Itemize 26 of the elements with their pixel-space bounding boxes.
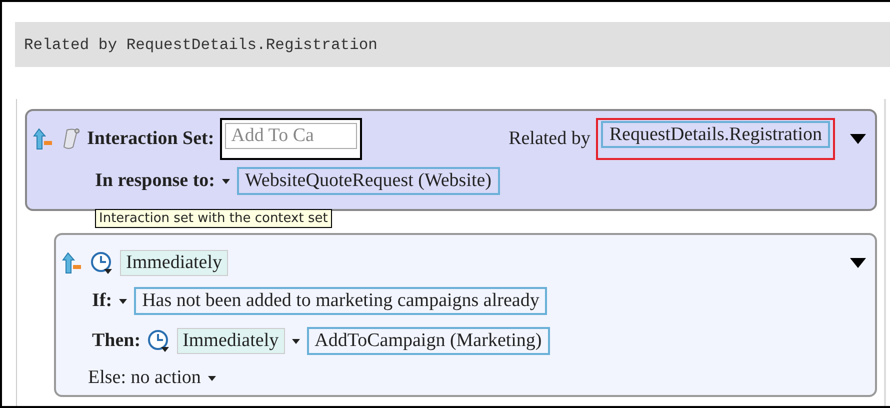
timing-field[interactable]: Immediately: [120, 250, 228, 276]
tooltip: Interaction set with the context set: [95, 209, 332, 228]
collapse-icon[interactable]: [849, 133, 867, 145]
response-label: In response to:: [95, 170, 215, 192]
timing-field[interactable]: Immediately: [176, 328, 285, 354]
condition-field[interactable]: Has not been added to marketing campaigns already: [134, 287, 548, 315]
up-arrow-icon[interactable]: [33, 127, 55, 151]
interaction-set-label: Interaction Set:: [87, 128, 214, 150]
related-label: Related by: [508, 128, 590, 150]
caret-icon[interactable]: [221, 178, 231, 184]
caret-icon[interactable]: [118, 298, 128, 304]
caret-icon[interactable]: [290, 338, 301, 344]
clock-icon[interactable]: [146, 329, 171, 353]
then-label: Then:: [92, 330, 141, 352]
response-field[interactable]: WebsiteQuoteRequest (Website): [237, 167, 500, 195]
related-field[interactable]: RequestDetails.Registration: [601, 121, 830, 148]
caret-icon[interactable]: [206, 374, 217, 382]
scroll-icon: [61, 127, 81, 151]
if-label: If:: [92, 290, 112, 312]
name-input[interactable]: Add To Ca: [220, 118, 362, 160]
up-arrow-icon[interactable]: [62, 251, 84, 275]
action-field[interactable]: AddToCampaign (Marketing): [306, 327, 550, 355]
clock-icon[interactable]: [90, 251, 114, 275]
header-text: Related by RequestDetails.Registration: [24, 36, 378, 54]
collapse-icon[interactable]: [849, 257, 867, 269]
else-text: Else: no action: [88, 367, 201, 389]
